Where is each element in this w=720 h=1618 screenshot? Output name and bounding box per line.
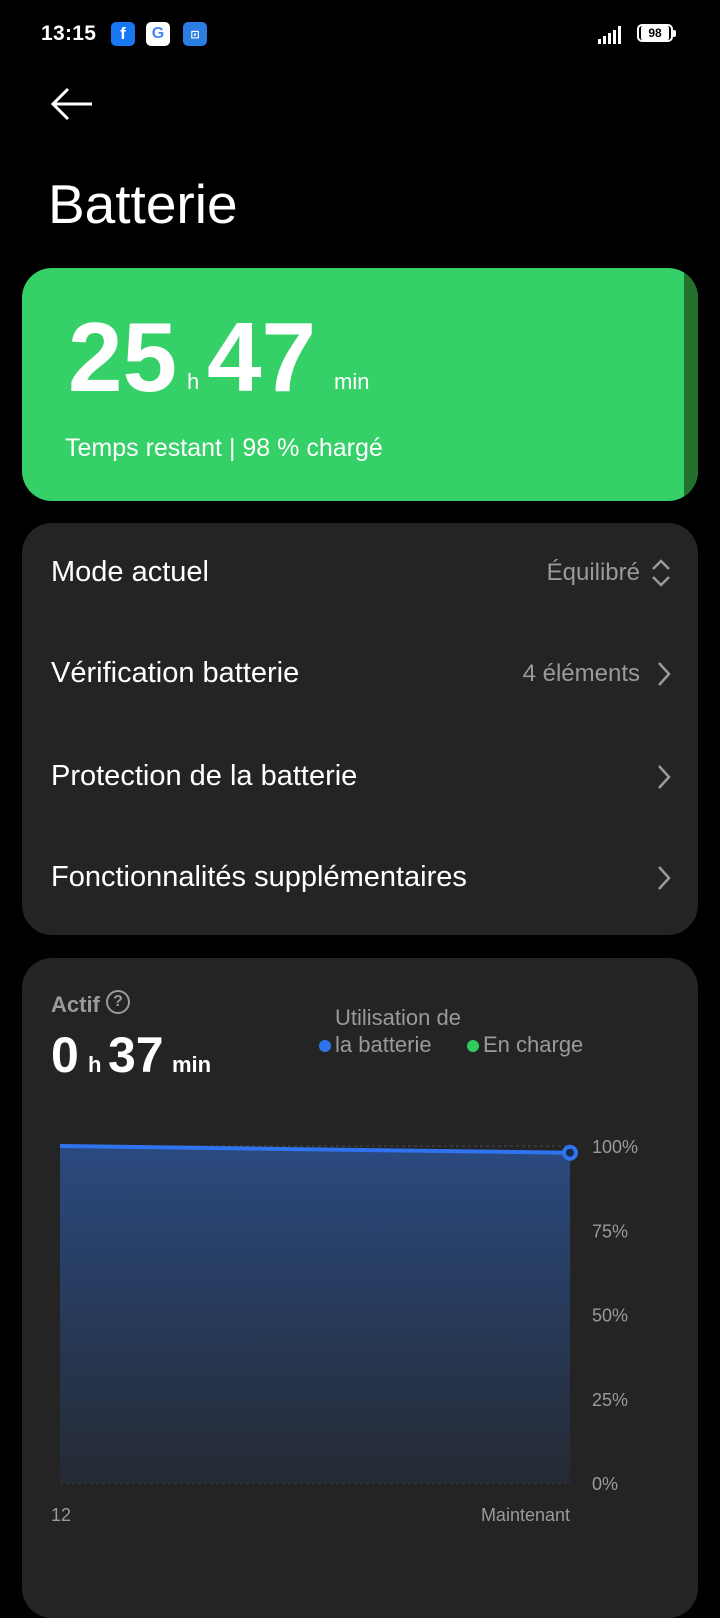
x-tick-label: 12 (51, 1505, 71, 1525)
extra-features-row[interactable]: Fonctionnalités supplémentaires (22, 828, 698, 931)
y-tick-label: 50% (592, 1306, 628, 1326)
y-tick-label: 75% (592, 1221, 628, 1241)
remaining-subtitle: Temps restant | 98 % chargé (65, 434, 383, 462)
remaining-hours: 25 (68, 302, 178, 412)
battery-chart: 100% 75% 50% 25% 0% 12 Maintenant (51, 1137, 638, 1525)
row-label: Mode actuel (51, 556, 209, 588)
status-time: 13:15 (41, 22, 97, 45)
row-label: Fonctionnalités supplémentaires (51, 861, 467, 893)
battery-status-icon: 98 (637, 24, 677, 44)
usage-chart-card: Actif ? 0 h 37 min Utilisation de la bat… (22, 958, 698, 1618)
card-edge (684, 268, 698, 501)
x-tick-label: Maintenant (481, 1505, 570, 1525)
remaining-minutes: 47 (207, 302, 317, 412)
row-label: Vérification batterie (51, 657, 300, 689)
row-value: Équilibré (546, 559, 640, 586)
battery-check-row[interactable]: Vérification batterie 4 éléments (22, 624, 698, 727)
ai-app-icon: ⊡ (183, 22, 207, 46)
usage-area (60, 1146, 570, 1483)
minutes-unit: min (334, 369, 370, 394)
settings-card: Mode actuel Équilibré Vérification batte… (22, 523, 698, 935)
y-tick-label: 100% (592, 1137, 638, 1157)
current-mode-row[interactable]: Mode actuel Équilibré (22, 523, 698, 626)
battery-protection-row[interactable]: Protection de la batterie (22, 727, 698, 830)
chevron-right-icon (658, 662, 671, 686)
row-label: Protection de la batterie (51, 760, 358, 792)
up-down-chevron-icon (652, 559, 670, 587)
chevron-right-icon (658, 866, 671, 890)
status-bar: 13:15 f G ⊡ 98 (0, 0, 720, 70)
chevron-right-icon (658, 765, 671, 789)
hours-unit: h (187, 369, 200, 394)
battery-status-level: 98 (641, 26, 669, 40)
y-tick-label: 0% (592, 1474, 618, 1494)
google-icon: G (146, 22, 170, 46)
back-arrow-icon[interactable] (50, 86, 94, 122)
battery-summary-card: 25 h 47 min Temps restant | 98 % chargé (22, 268, 698, 501)
y-tick-label: 25% (592, 1390, 628, 1410)
usage-end-point (562, 1144, 578, 1161)
signal-icon (598, 26, 621, 44)
facebook-icon: f (111, 22, 135, 46)
page-title: Batterie (48, 173, 238, 235)
row-value: 4 éléments (522, 660, 640, 687)
